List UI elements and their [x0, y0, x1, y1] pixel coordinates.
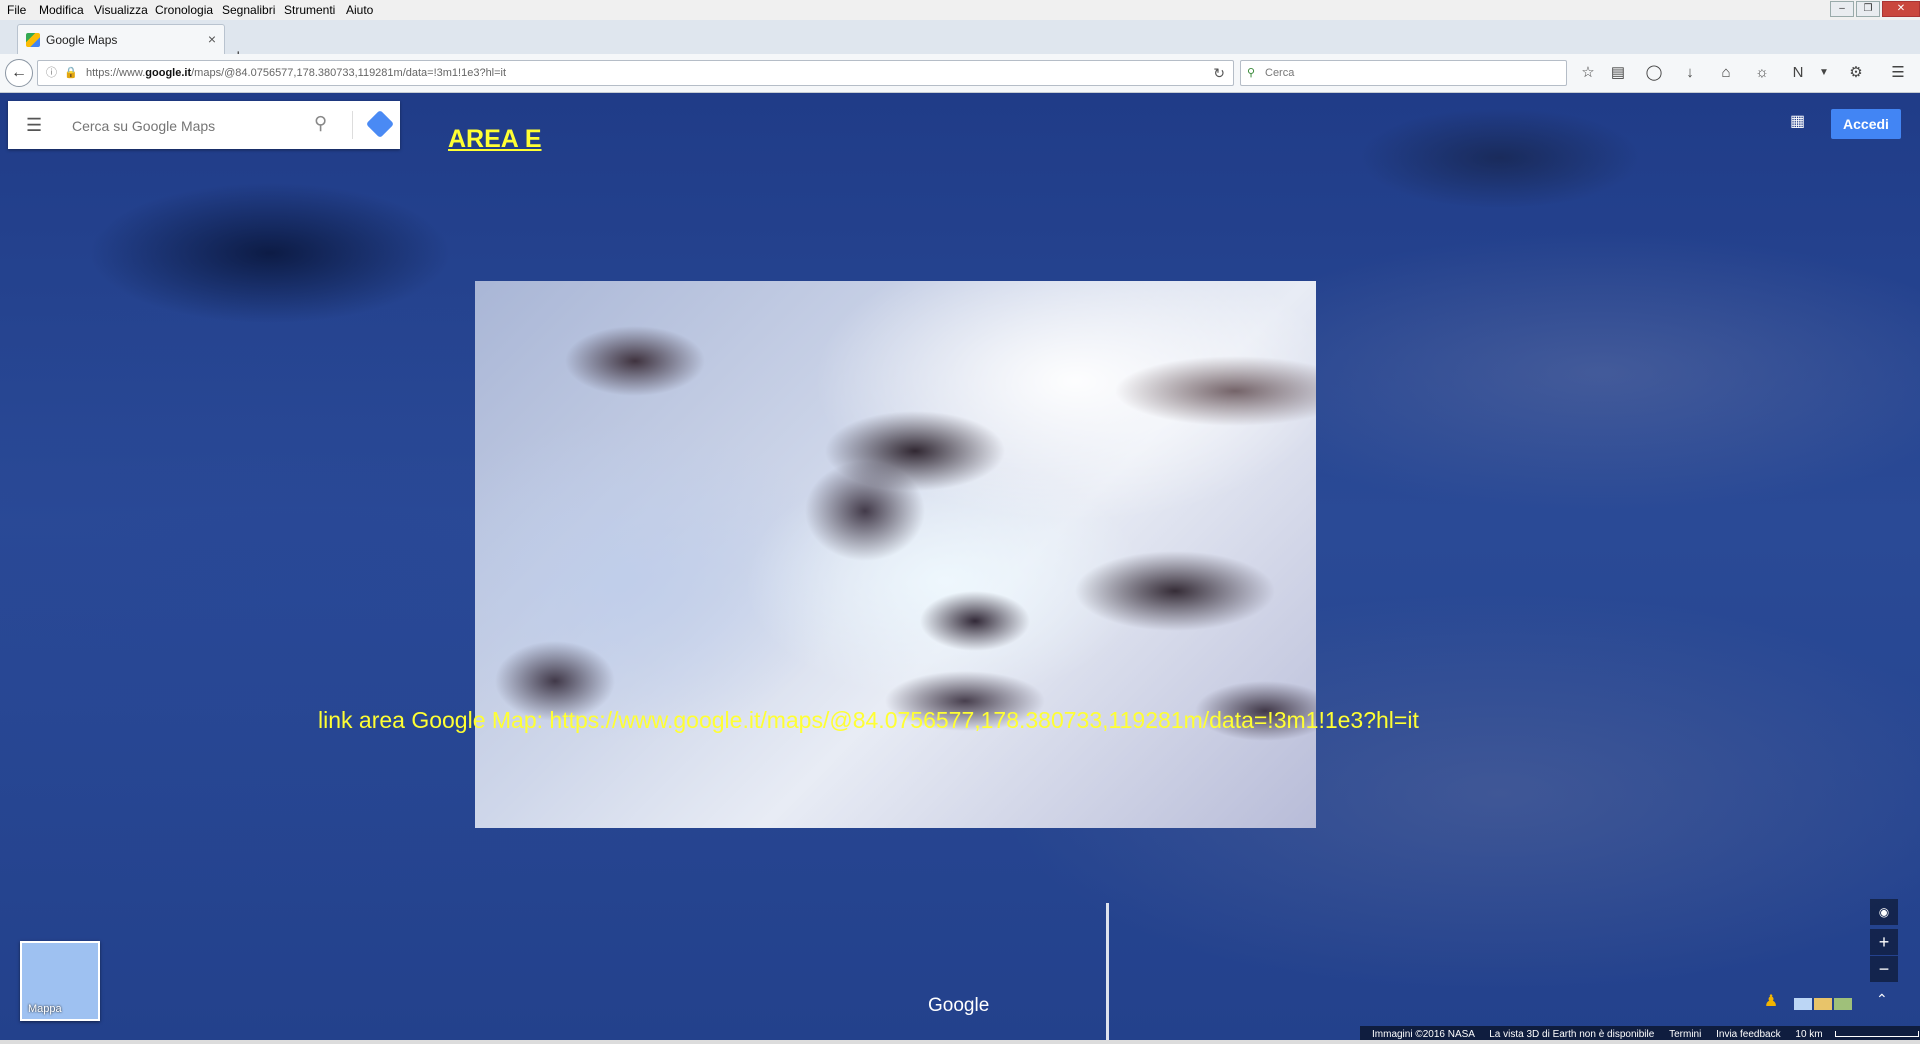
chat-icon[interactable]: ☼ — [1752, 63, 1772, 83]
apps-grid-icon[interactable]: ▦ — [1790, 113, 1808, 131]
tab-strip: Google Maps × + — [0, 20, 1920, 66]
maps-menu-icon[interactable]: ☰ — [26, 115, 46, 135]
reload-icon[interactable]: ↻ — [1213, 61, 1225, 85]
search-engine-icon[interactable]: ⚲ — [1247, 61, 1255, 85]
back-button[interactable]: ← — [5, 59, 33, 87]
window-controls: – ❐ ✕ — [1828, 0, 1920, 18]
pegman-icon[interactable]: ♟ — [1761, 991, 1781, 1015]
layers-preview[interactable] — [1794, 997, 1858, 1011]
layer-thumb-map[interactable] — [1794, 998, 1812, 1010]
zoom-in-button[interactable]: + — [1870, 929, 1898, 955]
browser-search-bar[interactable]: ⚲ Cerca — [1240, 60, 1567, 86]
menu-modifica[interactable]: Modifica — [39, 3, 84, 17]
zoomed-satellite-photo — [475, 281, 1316, 828]
maps-search-box: ☰ ⚲ — [8, 101, 400, 149]
download-icon[interactable]: ↓ — [1680, 63, 1700, 83]
url-bar[interactable]: ⓘ 🔒 https://www.google.it/maps/@84.07565… — [37, 60, 1234, 86]
navigation-bar: ← ⓘ 🔒 https://www.google.it/maps/@84.075… — [0, 54, 1920, 93]
info-icon[interactable]: ⓘ — [46, 61, 57, 85]
layer-thumb-satellite[interactable] — [1834, 998, 1852, 1010]
reading-list-icon[interactable]: ▤ — [1608, 63, 1628, 83]
search-divider — [352, 111, 353, 139]
close-window-icon[interactable]: ✕ — [1882, 1, 1920, 17]
close-tab-icon[interactable]: × — [208, 31, 216, 47]
browser-search-placeholder: Cerca — [1265, 67, 1295, 79]
terms-link[interactable]: Termini — [1669, 1029, 1701, 1040]
tab-title: Google Maps — [46, 33, 118, 47]
pocket-icon[interactable]: ◯ — [1644, 63, 1664, 83]
chevron-down-icon[interactable]: ▼ — [1814, 63, 1834, 83]
layer-thumb-terrain[interactable] — [1814, 998, 1832, 1010]
directions-icon[interactable] — [365, 109, 395, 139]
extension-n-icon[interactable]: N — [1788, 63, 1808, 83]
scale-label[interactable]: 10 km — [1795, 1029, 1822, 1040]
search-icon[interactable]: ⚲ — [314, 113, 327, 134]
divider-line — [1106, 903, 1109, 1043]
zoom-out-button[interactable]: − — [1870, 956, 1898, 982]
tab-google-maps[interactable]: Google Maps × — [17, 24, 225, 55]
map-link-text[interactable]: link area Google Map: https://www.google… — [318, 707, 1419, 734]
bottom-strip — [0, 1040, 1920, 1044]
menu-aiuto[interactable]: Aiuto — [346, 3, 373, 17]
menu-cronologia[interactable]: Cronologia — [155, 3, 213, 17]
expand-icon[interactable]: ⌃ — [1876, 991, 1888, 1008]
feedback-link[interactable]: Invia feedback — [1716, 1029, 1781, 1040]
menu-segnalibri[interactable]: Segnalibri — [222, 3, 275, 17]
map-type-toggle[interactable]: Mappa — [20, 941, 100, 1021]
signin-button[interactable]: Accedi — [1831, 109, 1901, 139]
lock-icon: 🔒 — [64, 67, 78, 79]
minimize-icon[interactable]: – — [1830, 1, 1854, 17]
area-title: AREA E — [448, 125, 542, 153]
menu-file[interactable]: File — [7, 3, 26, 17]
home-icon[interactable]: ⌂ — [1716, 63, 1736, 83]
menu-visualizza[interactable]: Visualizza — [94, 3, 148, 17]
scale-bar — [1834, 1031, 1919, 1038]
maps-search-input[interactable] — [70, 113, 304, 139]
my-location-icon[interactable]: ◉ — [1870, 899, 1898, 925]
star-icon[interactable]: ☆ — [1578, 63, 1598, 83]
arrow-left-icon: ← — [11, 64, 27, 81]
url-text: https://www.google.it/maps/@84.0756577,1… — [86, 67, 507, 79]
addon-icon[interactable]: ⚙ — [1846, 63, 1866, 83]
menu-strumenti[interactable]: Strumenti — [284, 3, 335, 17]
hamburger-icon[interactable]: ☰ — [1888, 63, 1908, 83]
menu-bar: File Modifica Visualizza Cronologia Segn… — [0, 0, 1920, 20]
satellite-map[interactable]: ☰ ⚲ AREA E ▦ Accedi link area Google Map… — [0, 93, 1920, 1044]
imagery-credit: Immagini ©2016 NASA — [1372, 1029, 1475, 1040]
map-type-label: Mappa — [28, 1003, 62, 1015]
google-maps-favicon-icon — [26, 33, 40, 47]
google-logo: Google — [928, 995, 990, 1016]
maximize-icon[interactable]: ❐ — [1856, 1, 1880, 17]
3d-notice: La vista 3D di Earth non è disponibile — [1489, 1029, 1655, 1040]
